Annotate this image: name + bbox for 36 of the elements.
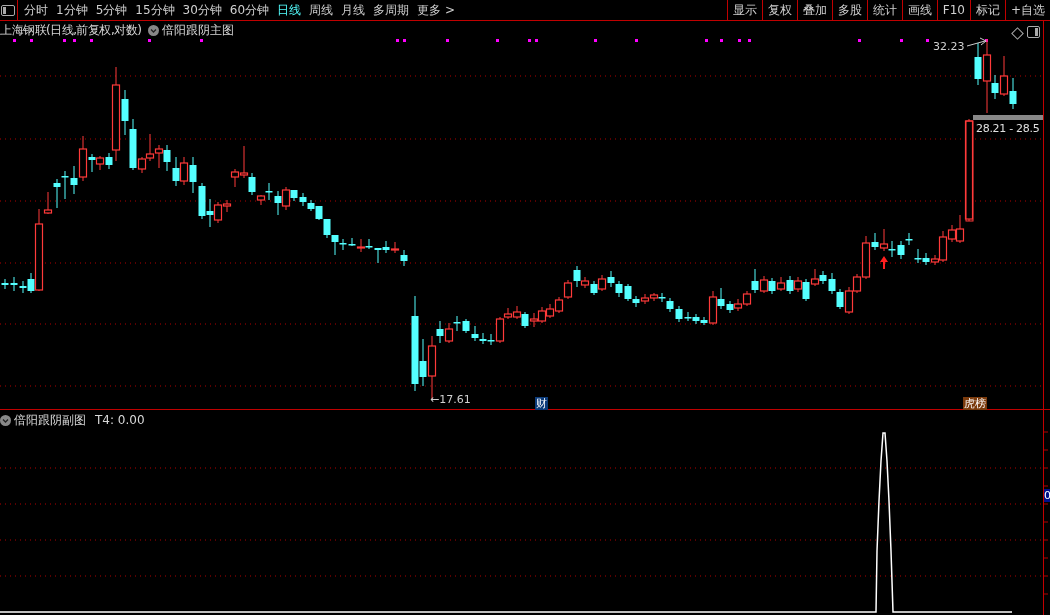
period-tab[interactable]: 60分钟 (225, 0, 274, 20)
period-tab[interactable]: 分时 (20, 0, 52, 20)
low-price-label: ←17.61 (430, 393, 471, 406)
toolbar-button[interactable]: +自选 (1004, 0, 1050, 20)
leader-line (966, 37, 987, 47)
indicator-reading: T4: 0.00 (95, 413, 145, 427)
toolbar-button[interactable]: 复权 (761, 0, 797, 20)
dropdown-icon[interactable] (148, 24, 159, 36)
event-badge[interactable]: 财 (535, 397, 548, 410)
dropdown-icon[interactable] (0, 414, 11, 426)
period-tab[interactable]: 多周期 (369, 0, 414, 20)
period-tab[interactable]: 1分钟 (52, 0, 92, 20)
toolbar-button[interactable]: F10 (936, 0, 970, 20)
period-tab[interactable]: 周线 (305, 0, 338, 20)
panel-toggle-icon[interactable] (1027, 26, 1040, 38)
period-tab[interactable]: 5分钟 (91, 0, 132, 20)
toolbar-button[interactable]: 标记 (969, 0, 1005, 20)
period-tab[interactable]: 更多 > (413, 0, 459, 20)
up-arrow-icon (880, 256, 888, 269)
period-tab[interactable]: 日线 (273, 0, 306, 20)
stock-title: 上海钢联(日线,前复权,对数) (0, 23, 142, 37)
period-tab[interactable]: 月线 (337, 0, 370, 20)
toolbar-button[interactable]: 统计 (866, 0, 902, 20)
toolbar-button[interactable]: 画线 (901, 0, 937, 20)
period-tab[interactable]: 15分钟 (131, 0, 179, 20)
axis-value-label: 0 (1044, 489, 1050, 502)
period-tab[interactable]: 30分钟 (178, 0, 226, 20)
toolbar-button[interactable]: 多股 (831, 0, 867, 20)
price-range-tooltip: 28.21 - 28.5 (973, 115, 1043, 135)
high-price-label: 32.23 (933, 40, 965, 53)
toolbar-button[interactable]: 叠加 (796, 0, 832, 20)
panel-toggle-icon[interactable] (1, 5, 15, 16)
indicator-name[interactable]: 倍阳跟阴副图 (14, 413, 86, 427)
event-badge[interactable]: 虎榜 (963, 397, 987, 410)
toolbar-button[interactable]: 显示 (726, 0, 762, 20)
indicator-name[interactable]: 倍阳跟阴主图 (162, 23, 234, 37)
